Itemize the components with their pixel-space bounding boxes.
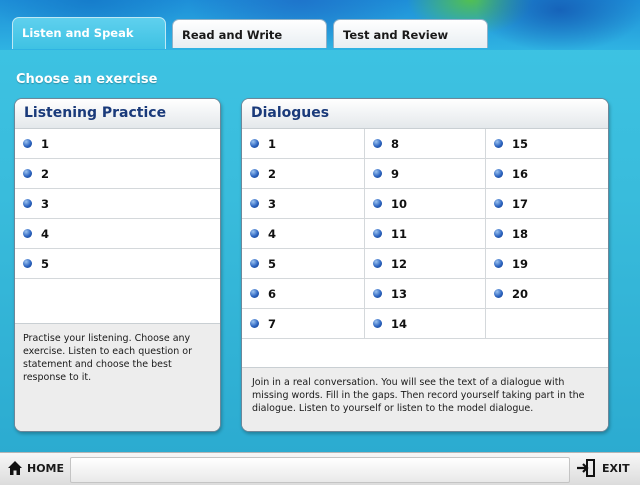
empty-cell (486, 309, 608, 339)
tab-bar: Listen and Speak Read and Write Test and… (12, 17, 632, 49)
exercise-number: 9 (391, 167, 400, 181)
dialogue-exercise-item[interactable]: 5 (242, 249, 365, 279)
listening-exercise-item[interactable]: 3 (15, 189, 220, 219)
listening-exercise-item[interactable]: 4 (15, 219, 220, 249)
home-button[interactable]: HOME (0, 453, 68, 485)
exercise-number: 3 (268, 197, 277, 211)
exercise-number: 7 (268, 317, 277, 331)
listening-practice-description: Practise your listening. Choose any exer… (15, 323, 220, 431)
bullet-icon (373, 139, 382, 148)
exercise-number: 5 (268, 257, 277, 271)
exercise-number: 10 (391, 197, 408, 211)
dialogue-exercise-item[interactable]: 1 (242, 129, 365, 159)
exercise-number: 19 (512, 257, 529, 271)
listening-practice-panel: Listening Practice 1 2 3 4 5 Practise your l… (14, 98, 221, 432)
bullet-icon (250, 139, 259, 148)
bullet-icon (250, 169, 259, 178)
listening-exercise-item[interactable]: 2 (15, 159, 220, 189)
exercise-number: 16 (512, 167, 529, 181)
bullet-icon (250, 319, 259, 328)
bullet-icon (373, 289, 382, 298)
listening-practice-title: Listening Practice (15, 99, 220, 129)
tab-listen-and-speak[interactable]: Listen and Speak (12, 17, 166, 49)
exercise-number: 20 (512, 287, 529, 301)
dialogue-exercise-item[interactable]: 19 (486, 249, 608, 279)
exercise-number: 3 (41, 197, 50, 211)
exercise-number: 5 (41, 257, 50, 271)
bullet-icon (250, 229, 259, 238)
bullet-icon (23, 259, 32, 268)
dialogue-exercise-item[interactable]: 18 (486, 219, 608, 249)
bullet-icon (373, 229, 382, 238)
bullet-icon (494, 289, 503, 298)
exercise-number: 13 (391, 287, 408, 301)
home-label: HOME (27, 462, 65, 475)
section-title: Choose an exercise (16, 72, 158, 87)
bullet-icon (23, 199, 32, 208)
tab-test-and-review[interactable]: Test and Review (333, 19, 488, 48)
bullet-icon (250, 199, 259, 208)
exit-button[interactable]: EXIT (570, 453, 640, 485)
exercise-number: 8 (391, 137, 400, 151)
bullet-icon (250, 259, 259, 268)
bullet-icon (250, 289, 259, 298)
exercise-number: 14 (391, 317, 408, 331)
exercise-number: 2 (41, 167, 50, 181)
dialogue-exercise-item[interactable]: 7 (242, 309, 365, 339)
dialogues-title: Dialogues (242, 99, 608, 129)
footer-bar: HOME EXIT (0, 452, 640, 485)
exercise-number: 17 (512, 197, 529, 211)
footer-center-bar (70, 457, 570, 483)
home-icon (8, 461, 22, 475)
bullet-icon (23, 229, 32, 238)
dialogue-exercise-item[interactable]: 17 (486, 189, 608, 219)
exercise-number: 1 (41, 137, 50, 151)
dialogue-exercise-item[interactable]: 15 (486, 129, 608, 159)
bullet-icon (373, 259, 382, 268)
exercise-number: 18 (512, 227, 529, 241)
exit-icon (577, 459, 595, 477)
exercise-number: 6 (268, 287, 277, 301)
exercise-number: 4 (268, 227, 277, 241)
exercise-number: 4 (41, 227, 50, 241)
bullet-icon (494, 169, 503, 178)
dialogue-exercise-item[interactable]: 8 (365, 129, 486, 159)
tab-read-and-write[interactable]: Read and Write (172, 19, 327, 48)
dialogue-exercise-item[interactable]: 12 (365, 249, 486, 279)
bullet-icon (494, 139, 503, 148)
bullet-icon (373, 169, 382, 178)
bullet-icon (23, 139, 32, 148)
exercise-number: 12 (391, 257, 408, 271)
exercise-number: 15 (512, 137, 529, 151)
dialogue-exercise-item[interactable]: 10 (365, 189, 486, 219)
dialogue-exercise-item[interactable]: 14 (365, 309, 486, 339)
dialogue-exercise-item[interactable]: 4 (242, 219, 365, 249)
exercise-number: 11 (391, 227, 408, 241)
dialogue-exercise-item[interactable]: 6 (242, 279, 365, 309)
bullet-icon (373, 319, 382, 328)
listening-exercise-item[interactable]: 1 (15, 129, 220, 159)
dialogue-exercise-item[interactable]: 16 (486, 159, 608, 189)
dialogue-exercise-item[interactable]: 20 (486, 279, 608, 309)
bullet-icon (23, 169, 32, 178)
bullet-icon (373, 199, 382, 208)
exercise-number: 2 (268, 167, 277, 181)
listening-exercise-item[interactable]: 5 (15, 249, 220, 279)
bullet-icon (494, 259, 503, 268)
dialogues-panel: Dialogues 1 2 3 4 5 6 7 8 9 10 11 12 13 14 15 16 17 18 19 2… (241, 98, 609, 432)
dialogue-exercise-item[interactable]: 9 (365, 159, 486, 189)
dialogue-exercise-item[interactable]: 2 (242, 159, 365, 189)
dialogue-exercise-item[interactable]: 13 (365, 279, 486, 309)
dialogue-exercise-item[interactable]: 11 (365, 219, 486, 249)
bullet-icon (494, 199, 503, 208)
bullet-icon (494, 229, 503, 238)
exit-label: EXIT (602, 462, 630, 475)
dialogues-description: Join in a real conversation. You will se… (242, 367, 608, 431)
exercise-number: 1 (268, 137, 277, 151)
dialogue-exercise-item[interactable]: 3 (242, 189, 365, 219)
